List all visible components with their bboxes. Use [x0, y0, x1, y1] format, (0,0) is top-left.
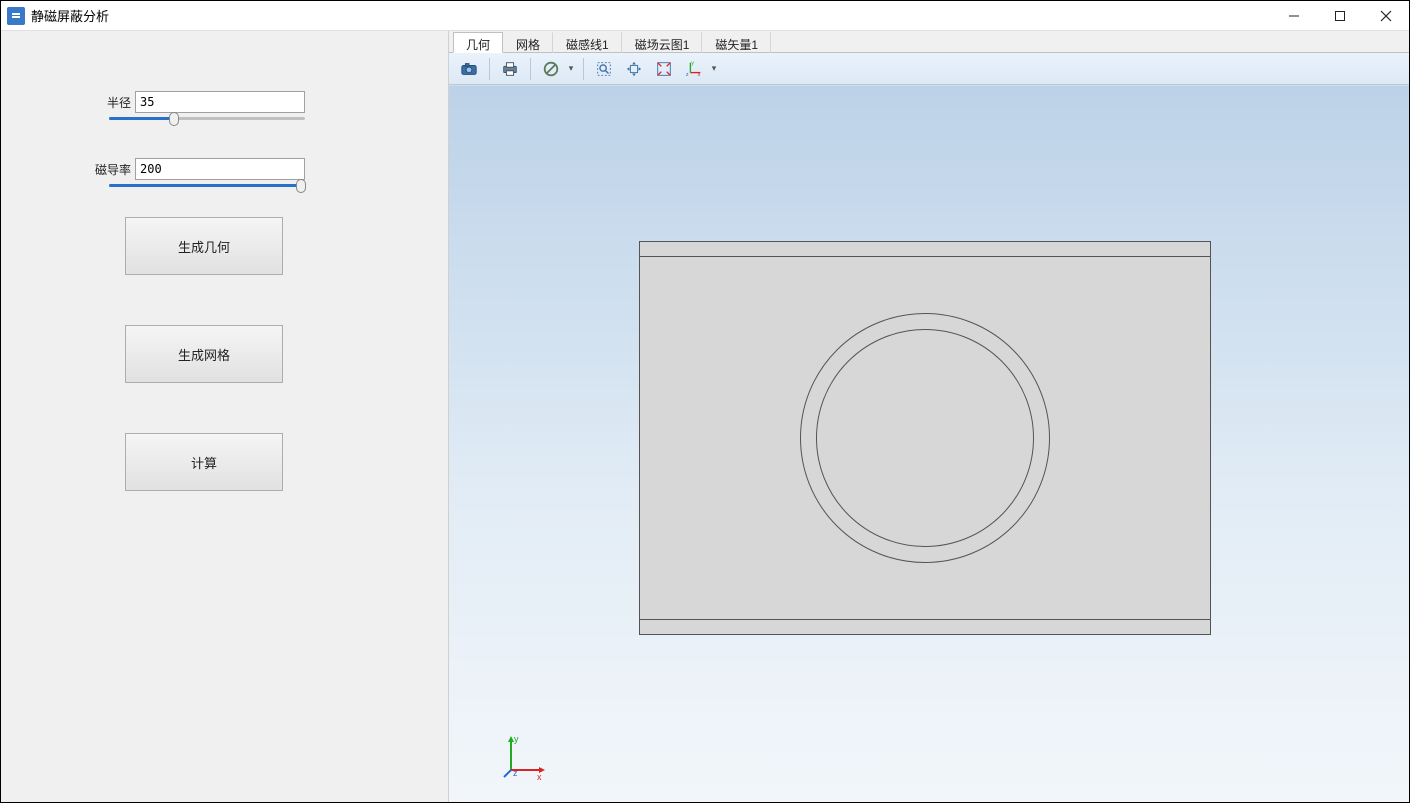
axis-x-label: x	[537, 772, 542, 782]
camera-icon[interactable]	[455, 56, 483, 82]
axis-y-label: y	[514, 734, 519, 744]
geometry-inner-circle	[816, 329, 1034, 547]
window-title: 静磁屏蔽分析	[31, 6, 109, 25]
radius-slider[interactable]	[109, 117, 305, 120]
radius-input[interactable]	[135, 91, 305, 113]
tab-2[interactable]: 磁感线1	[553, 32, 622, 53]
minimize-button[interactable]	[1271, 1, 1317, 31]
pan-icon[interactable]	[620, 56, 648, 82]
tab-0[interactable]: 几何	[453, 32, 503, 53]
permeability-slider[interactable]	[109, 184, 305, 187]
radius-label: 半径	[1, 94, 135, 111]
zoom-fit-icon[interactable]	[650, 56, 678, 82]
app-icon	[7, 7, 25, 25]
chevron-down-icon[interactable]: ▾	[565, 63, 577, 74]
svg-text:x: x	[698, 72, 701, 78]
compute-button[interactable]: 计算	[125, 433, 283, 491]
geometry-top-line	[640, 256, 1210, 257]
radius-row: 半径	[1, 91, 448, 113]
generate-geometry-button[interactable]: 生成几何	[125, 217, 283, 275]
generate-mesh-button[interactable]: 生成网格	[125, 325, 283, 383]
tab-4[interactable]: 磁矢量1	[702, 32, 771, 53]
permeability-row: 磁导率	[1, 158, 448, 180]
display-mode-combo[interactable]: ▾	[537, 56, 577, 82]
svg-text:y: y	[691, 60, 694, 66]
viewport[interactable]: y x z	[449, 85, 1409, 802]
permeability-label: 磁导率	[1, 161, 135, 178]
tab-3[interactable]: 磁场云图1	[622, 32, 703, 53]
geometry-bottom-line	[640, 619, 1210, 620]
close-button[interactable]	[1363, 1, 1409, 31]
tab-bar: 几何网格磁感线1磁场云图1磁矢量1	[449, 31, 1409, 53]
tab-1[interactable]: 网格	[503, 32, 553, 53]
content-area: 几何网格磁感线1磁场云图1磁矢量1 ▾	[449, 31, 1409, 802]
viewport-toolbar: ▾ y x z	[449, 53, 1409, 85]
geometry-rectangle	[639, 241, 1211, 635]
maximize-button[interactable]	[1317, 1, 1363, 31]
chevron-down-icon[interactable]: ▾	[708, 63, 720, 74]
axis-z-label: z	[513, 768, 518, 778]
print-icon[interactable]	[496, 56, 524, 82]
no-symbol-icon[interactable]	[537, 56, 565, 82]
permeability-input[interactable]	[135, 158, 305, 180]
zoom-rect-icon[interactable]	[590, 56, 618, 82]
svg-text:z: z	[686, 72, 689, 78]
axes-icon[interactable]: y x z	[680, 56, 708, 82]
axis-indicator: y x z	[499, 732, 549, 782]
sidebar: 半径 磁导率 生成几何 生成网格 计算	[1, 31, 449, 802]
title-bar: 静磁屏蔽分析	[1, 1, 1409, 31]
axes-combo[interactable]: y x z ▾	[680, 56, 720, 82]
